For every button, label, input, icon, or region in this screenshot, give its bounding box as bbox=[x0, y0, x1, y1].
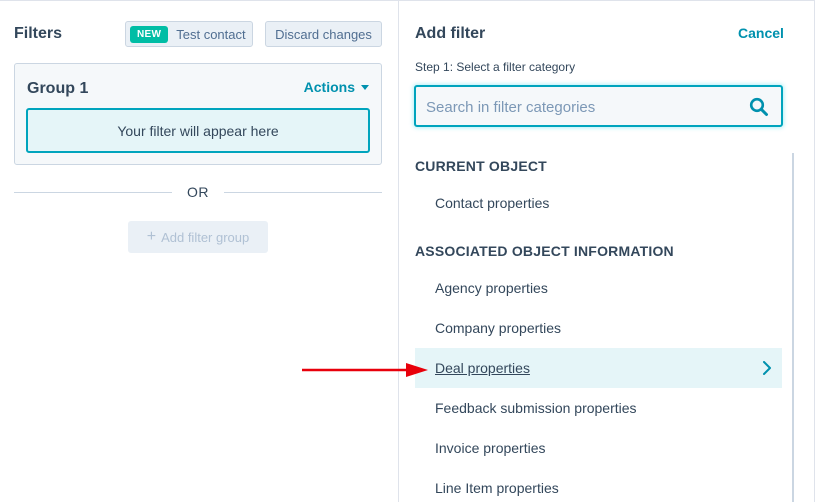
category-invoice-properties[interactable]: Invoice properties bbox=[415, 428, 782, 468]
plus-icon: + bbox=[146, 228, 157, 245]
chevron-right-icon bbox=[763, 361, 771, 375]
filter-placeholder[interactable]: Your filter will appear here bbox=[26, 108, 370, 153]
new-badge: NEW bbox=[130, 25, 169, 43]
add-filter-panel: Add filter Cancel Step 1: Select a filte… bbox=[399, 0, 815, 502]
group-title: Group 1 bbox=[27, 80, 89, 97]
category-contact-properties[interactable]: Contact properties bbox=[415, 183, 782, 223]
scrollbar[interactable] bbox=[792, 153, 794, 502]
add-filter-title: Add filter bbox=[415, 25, 486, 42]
test-contact-button[interactable]: NEW Test contact bbox=[125, 21, 253, 47]
filter-group-card: Group 1 Actions Your filter will appear … bbox=[14, 63, 382, 165]
section-header-associated-object: ASSOCIATED OBJECT INFORMATION bbox=[415, 243, 674, 259]
step-label: Step 1: Select a filter category bbox=[415, 60, 576, 74]
search-icon[interactable] bbox=[749, 97, 769, 117]
section-header-current-object: CURRENT OBJECT bbox=[415, 158, 547, 174]
caret-down-icon bbox=[361, 84, 369, 90]
category-company-properties[interactable]: Company properties bbox=[415, 308, 782, 348]
cancel-button[interactable]: Cancel bbox=[738, 25, 784, 41]
or-divider-right bbox=[224, 192, 382, 193]
annotation-arrow-icon bbox=[302, 363, 428, 377]
category-deal-properties-label: Deal properties bbox=[435, 360, 530, 376]
category-feedback-submission-properties[interactable]: Feedback submission properties bbox=[415, 388, 782, 428]
search-field[interactable] bbox=[414, 85, 783, 127]
filters-title: Filters bbox=[14, 25, 63, 42]
add-filter-group-label: Add filter group bbox=[161, 229, 250, 245]
category-line-item-properties[interactable]: Line Item properties bbox=[415, 468, 782, 502]
actions-dropdown[interactable]: Actions bbox=[304, 79, 369, 95]
discard-changes-button[interactable]: Discard changes bbox=[265, 21, 382, 47]
or-separator: OR bbox=[14, 181, 382, 203]
test-contact-label: Test contact bbox=[176, 26, 246, 42]
actions-label: Actions bbox=[303, 79, 355, 95]
filters-panel: Filters NEW Test contact Discard changes… bbox=[0, 0, 398, 502]
add-filter-group-button[interactable]: + Add filter group bbox=[128, 221, 268, 253]
category-deal-properties[interactable]: Deal properties bbox=[415, 348, 782, 388]
search-input[interactable] bbox=[426, 96, 736, 118]
category-agency-properties[interactable]: Agency properties bbox=[415, 268, 782, 308]
